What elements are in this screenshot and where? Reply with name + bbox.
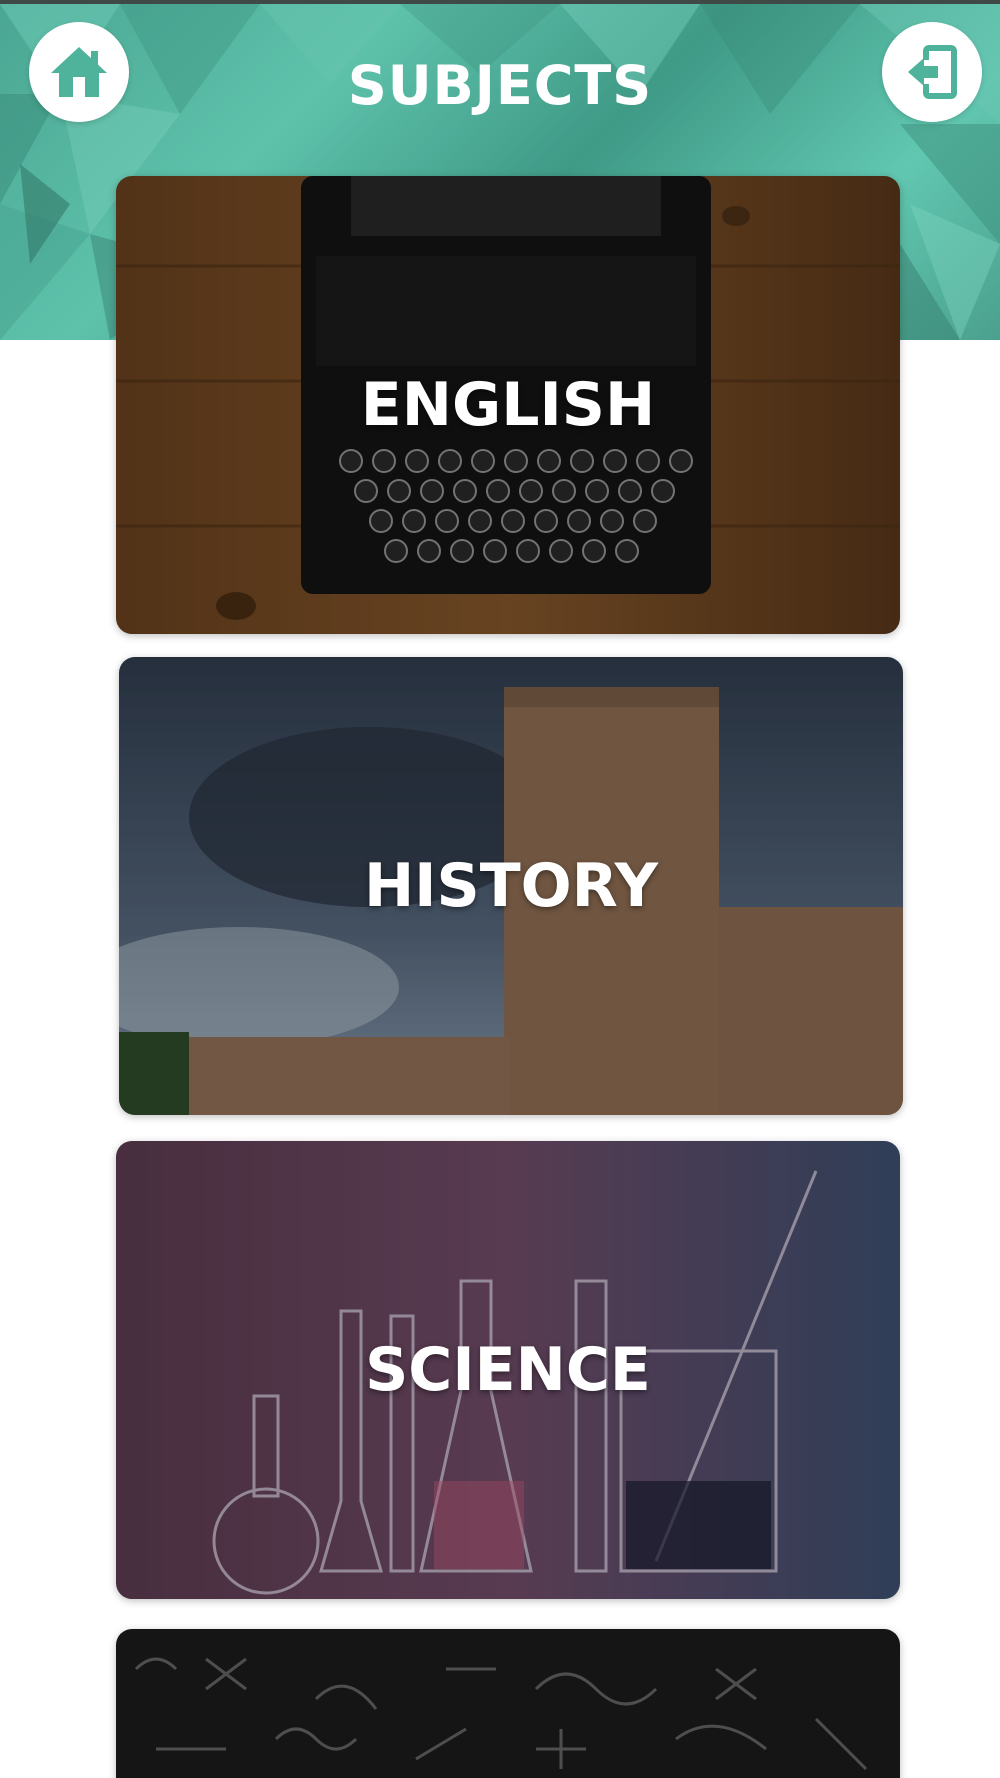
page-title: SUBJECTS [347, 54, 653, 117]
subject-label-english: ENGLISH [360, 370, 656, 440]
subject-card-english[interactable]: ENGLISH [116, 176, 900, 634]
subject-label-history: HISTORY [363, 851, 659, 921]
subject-card-science[interactable]: SCIENCE [116, 1141, 900, 1599]
chalkboard-image [116, 1629, 900, 1778]
logout-icon [908, 45, 957, 99]
logout-button[interactable] [882, 22, 982, 122]
subject-card-math[interactable] [116, 1629, 900, 1778]
subject-card-history[interactable]: HISTORY [119, 657, 903, 1115]
subjects-screen: SUBJECTS ENGLISH HISTORY SCIENCE [0, 0, 1000, 1778]
subject-label-science: SCIENCE [365, 1335, 651, 1405]
